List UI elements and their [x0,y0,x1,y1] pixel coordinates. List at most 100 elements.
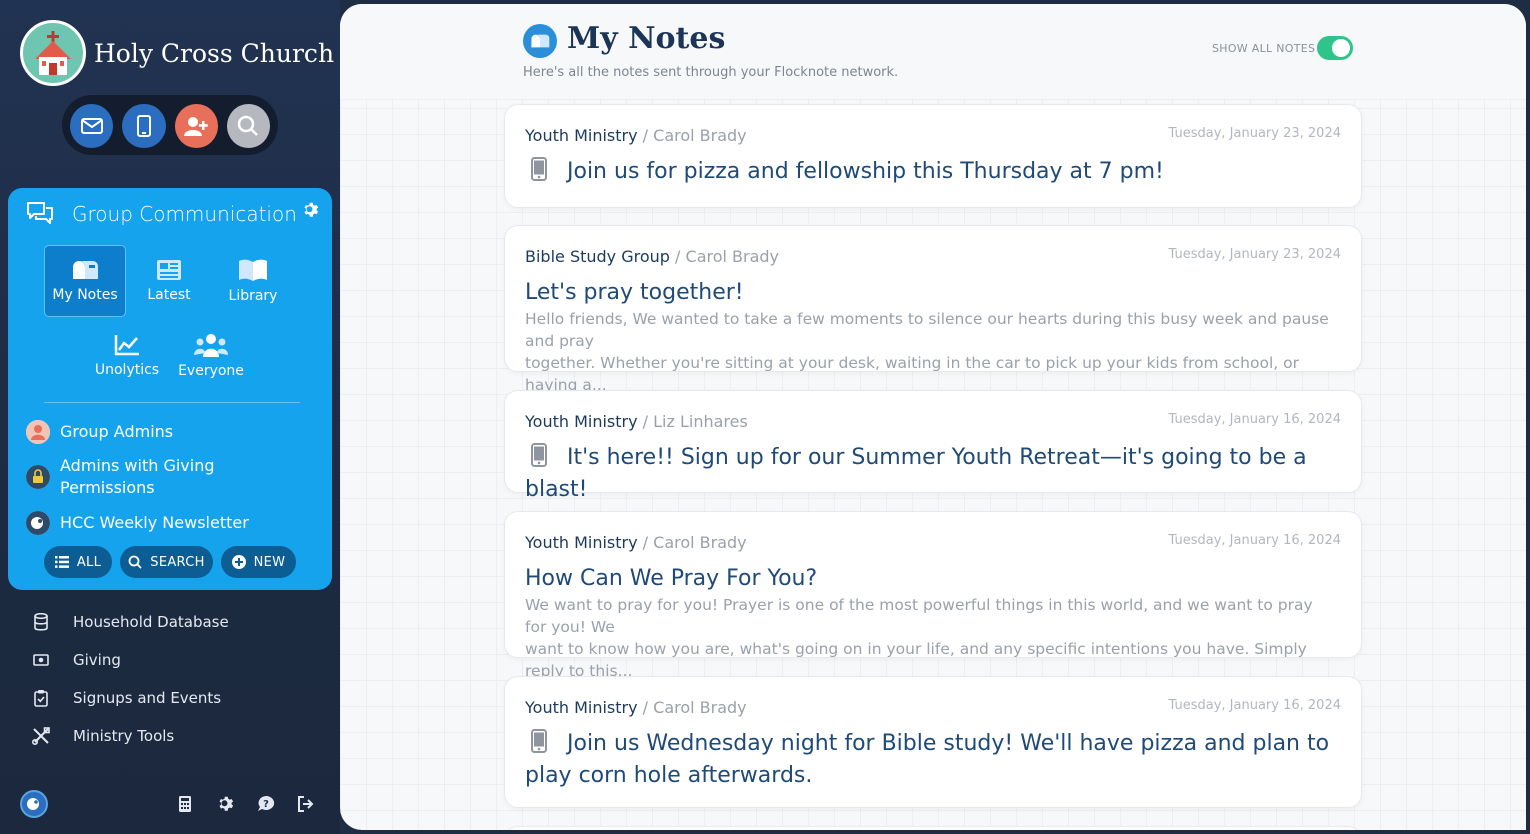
group-item-label: Admins with Giving Permissions [60,456,215,497]
gear-icon[interactable] [302,201,320,223]
note-preview: Hello friends, We wanted to take a few m… [525,310,1329,394]
page-header: My Notes Here's all the notes sent throu… [340,4,1526,100]
new-button[interactable]: NEW [221,546,296,578]
tab-everyone[interactable]: Everyone [170,320,252,392]
all-button[interactable]: ALL [44,546,112,578]
list-icon [54,556,69,568]
nav-household-database[interactable]: Household Database [32,613,229,631]
note-author: Carol Brady [685,247,780,266]
note-title: It's here!! Sign up for our Summer Youth… [525,445,1307,502]
help-icon[interactable]: ? [257,795,275,817]
new-button-label: NEW [253,554,286,570]
tab-label: Library [228,288,278,304]
tools-icon [32,727,50,745]
note-author: Carol Brady [653,126,747,145]
group-communication-title: Group Communication [72,202,297,226]
sidebar-footer: ? [20,790,320,818]
note-date: Tuesday, January 23, 2024 [1168,247,1341,262]
brand[interactable]: Holy Cross Church [20,20,334,86]
nav-label: Signups and Events [73,689,222,707]
group-item-hcc-weekly-newsletter[interactable]: HCC Weekly Newsletter [26,511,249,535]
note-card[interactable]: Bible Study Group / Carol Brady Tuesday,… [504,225,1362,394]
note-title: Join us Wednesday night for Bible study!… [525,731,1330,788]
show-all-notes-toggle[interactable] [1317,36,1353,60]
plus-circle-icon [231,555,246,569]
people-icon [194,334,228,357]
note-meta: Youth Ministry / Carol Brady [525,698,747,717]
tab-unolytics[interactable]: Unolytics [86,320,168,392]
envelope-icon[interactable] [70,104,114,148]
note-date: Tuesday, January 16, 2024 [1168,698,1341,713]
tab-library[interactable]: Library [212,245,294,317]
search-icon [128,555,142,569]
note-author: Carol Brady [653,698,747,717]
note-title-row: It's here!! Sign up for our Summer Youth… [525,443,1337,504]
search-button[interactable]: SEARCH [120,546,213,578]
clipboard-icon [32,689,50,707]
note-card[interactable]: Youth Ministry / Liz Linhares Tuesday, J… [504,390,1362,502]
mailbox-icon [523,24,557,58]
mobile-phone-icon [531,443,553,475]
note-card[interactable]: Youth Ministry / Carol Brady Tuesday, Ja… [504,104,1362,208]
chart-icon [114,335,139,356]
database-icon [32,613,50,631]
note-date: Tuesday, January 23, 2024 [1168,126,1341,141]
newspaper-icon [157,260,181,280]
mobile-phone-icon[interactable] [122,104,166,148]
note-title-row: Join us for pizza and fellowship this Th… [525,157,1337,189]
book-icon [239,259,267,281]
nav-label: Giving [73,651,121,669]
panel-divider [44,402,300,403]
search-icon[interactable] [226,104,270,148]
quick-actions [62,95,278,155]
lock-icon [26,465,50,489]
flocknote-logo-icon[interactable] [20,790,48,818]
note-group[interactable]: Youth Ministry [525,533,638,552]
tab-label: Latest [147,287,191,303]
note-author: Liz Linhares [653,412,748,431]
nav-giving[interactable]: Giving [32,651,121,669]
note-date: Tuesday, January 16, 2024 [1168,412,1341,427]
nav-signups-and-events[interactable]: Signups and Events [32,689,221,707]
note-title: Join us for pizza and fellowship this Th… [567,159,1164,184]
group-communication-header[interactable]: Group Communication [26,200,297,228]
note-title: How Can We Pray For You? [525,566,818,591]
note-title-row: Join us Wednesday night for Bible study!… [525,729,1337,790]
note-title: Let's pray together! [525,280,744,305]
church-logo-icon [20,20,86,86]
note-card[interactable]: Youth Ministry / Carol Brady Tuesday, Ja… [504,676,1362,808]
logout-icon[interactable] [297,795,315,817]
note-group[interactable]: Youth Ministry [525,412,638,431]
note-group[interactable]: Youth Ministry [525,126,638,145]
group-item-group-admins[interactable]: Group Admins [26,420,173,444]
church-name: Holy Cross Church [94,38,335,68]
note-meta: Bible Study Group / Carol Brady [525,247,780,266]
search-button-label: SEARCH [150,554,205,570]
note-date: Tuesday, January 16, 2024 [1168,533,1341,548]
chat-bubbles-icon [27,202,53,224]
tab-latest[interactable]: Latest [128,245,210,317]
nav-label: Household Database [73,613,229,631]
note-card[interactable] [504,826,1362,830]
money-icon [32,653,50,667]
note-group[interactable]: Youth Ministry [525,698,638,717]
note-meta: Youth Ministry / Liz Linhares [525,412,748,431]
group-item-admins-with-giving[interactable]: Admins with Giving Permissions [26,455,215,499]
note-group[interactable]: Bible Study Group [525,247,670,266]
note-meta: Youth Ministry / Carol Brady [525,533,747,552]
tab-label: Everyone [178,363,244,379]
tab-my-notes[interactable]: My Notes [44,245,126,317]
all-button-label: ALL [76,554,102,570]
group-item-label: HCC Weekly Newsletter [60,513,249,532]
flocknote-logo-icon [26,511,50,535]
add-person-icon[interactable] [174,104,218,148]
note-card[interactable]: Youth Ministry / Carol Brady Tuesday, Ja… [504,511,1362,680]
nav-ministry-tools[interactable]: Ministry Tools [32,727,174,745]
gear-icon[interactable] [217,795,235,817]
tab-label: Unolytics [94,362,160,378]
note-preview: We want to pray for you! Prayer is one o… [525,596,1313,680]
main-content: My Notes Here's all the notes sent throu… [340,4,1526,830]
show-all-notes-label: SHOW ALL NOTES [1212,42,1316,55]
calculator-icon[interactable] [178,795,192,817]
svg-text:?: ? [263,799,269,810]
